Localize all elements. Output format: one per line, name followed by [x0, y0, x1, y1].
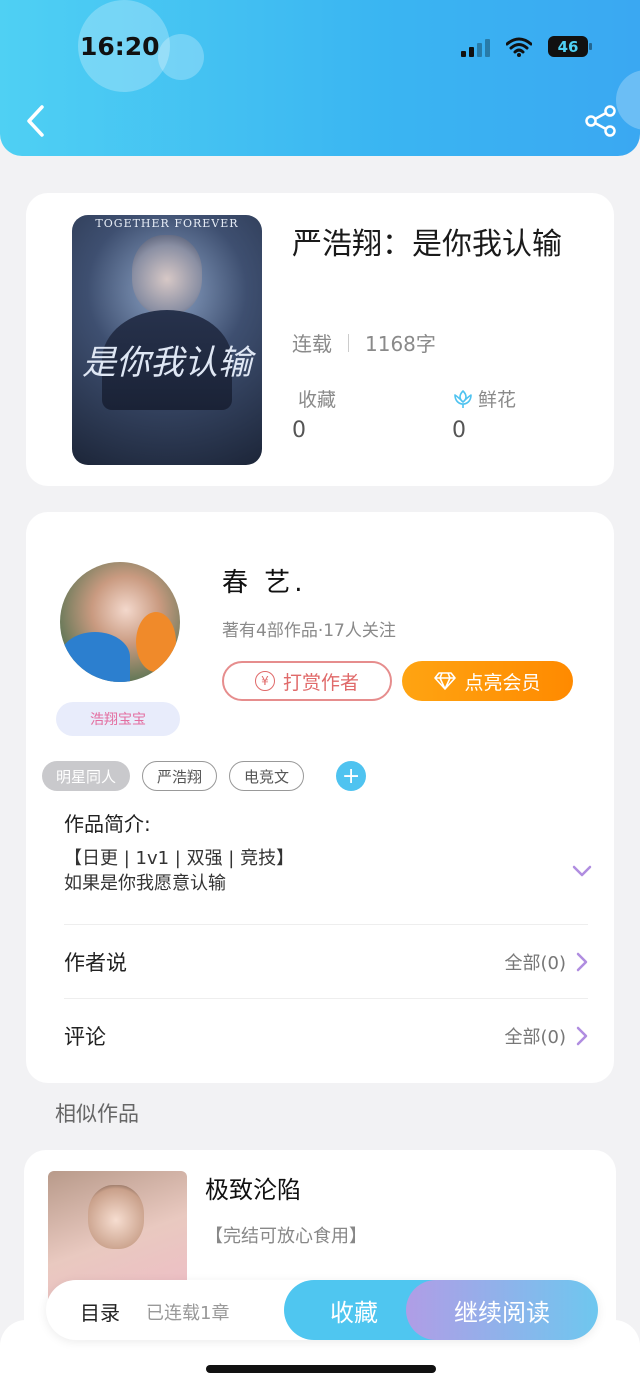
- tag-item[interactable]: 电竞文: [229, 761, 305, 791]
- bottom-action-bar: 目录 已连载1章 收藏 继续阅读: [46, 1280, 598, 1340]
- author-says-row[interactable]: 作者说 全部(0): [64, 924, 588, 998]
- comments-row[interactable]: 评论 全部(0): [64, 998, 588, 1072]
- fan-badge: 浩翔宝宝: [56, 702, 180, 736]
- chapters-count: 已连载1章: [146, 1303, 230, 1324]
- wifi-icon: [506, 37, 532, 57]
- vip-label: 点亮会员: [464, 671, 541, 694]
- tip-author-label: 打赏作者: [282, 671, 359, 694]
- top-header: 16:20 46: [0, 0, 640, 156]
- author-meta: 著有4部作品·17人关注: [222, 621, 396, 641]
- book-cover[interactable]: TOGETHER FOREVER 是你我认输: [72, 215, 262, 465]
- book-meta: 连载 1168字: [292, 328, 436, 357]
- cellular-signal-icon: [461, 37, 490, 57]
- cover-portrait: [132, 235, 202, 315]
- book-title: 严浩翔：是你我认输: [292, 227, 562, 262]
- share-icon[interactable]: [584, 104, 618, 138]
- book-status: 连载: [292, 332, 332, 356]
- intro-line: 【日更 | 1v1 | 双强 | 竞技】: [64, 848, 295, 869]
- expand-chevron-icon[interactable]: [572, 864, 592, 878]
- author-avatar[interactable]: [60, 562, 180, 682]
- flowers-count: 0: [452, 418, 466, 443]
- yen-icon: ¥: [254, 671, 275, 691]
- author-name[interactable]: 春 艺.: [222, 562, 307, 599]
- book-info-card: TOGETHER FOREVER 是你我认输 严浩翔：是你我认输 连载 1168…: [26, 193, 614, 486]
- word-count: 1168字: [365, 332, 436, 356]
- home-indicator: [206, 1365, 436, 1373]
- similar-cover-portrait: [88, 1185, 144, 1249]
- comments-count: 全部(0): [504, 1026, 567, 1048]
- decor-bubble: [616, 70, 640, 130]
- diamond-icon: [434, 672, 457, 690]
- comments-label: 评论: [64, 1024, 106, 1049]
- author-says-count: 全部(0): [504, 952, 567, 974]
- flowers-stat[interactable]: 鲜花 0: [452, 385, 516, 443]
- decor-bubble: [158, 34, 204, 80]
- intro-text: 【日更 | 1v1 | 双强 | 竞技】 如果是你我愿意认输: [64, 846, 294, 896]
- battery-icon: 46: [548, 36, 592, 57]
- tag-item[interactable]: 明星同人: [42, 761, 131, 791]
- status-icons: 46: [461, 36, 592, 57]
- status-time: 16:20: [80, 32, 160, 61]
- cover-top-text: TOGETHER FOREVER: [95, 217, 239, 230]
- author-card: 浩翔宝宝 春 艺. 著有4部作品·17人关注 ¥ 打赏作者 点亮会员 明星同人 …: [26, 512, 614, 1083]
- favorites-count: 0: [292, 418, 306, 443]
- continue-reading-button[interactable]: 继续阅读: [406, 1280, 598, 1340]
- favorites-label: 收藏: [298, 389, 337, 411]
- intro-line: 如果是你我愿意认输: [64, 873, 226, 894]
- tip-author-button[interactable]: ¥ 打赏作者: [222, 661, 392, 701]
- author-says-label: 作者说: [64, 950, 127, 975]
- vip-button[interactable]: 点亮会员: [402, 661, 573, 701]
- chevron-right-icon: [576, 952, 588, 971]
- cover-title: 是你我认输: [82, 343, 252, 383]
- favorites-stat: 收藏 0: [292, 385, 337, 443]
- add-tag-icon[interactable]: +: [336, 761, 367, 791]
- toc-button[interactable]: 目录: [80, 1297, 120, 1326]
- tag-list: 明星同人 严浩翔 电竞文 +: [42, 761, 367, 791]
- avatar-fish-decor: [136, 612, 176, 672]
- avatar-wave-decor: [60, 632, 130, 682]
- back-icon[interactable]: [22, 104, 52, 138]
- flower-icon: [454, 389, 472, 408]
- tag-item[interactable]: 严浩翔: [142, 761, 218, 791]
- similar-book-desc: 【完结可放心食用】: [205, 1226, 367, 1247]
- intro-label: 作品简介:: [64, 812, 151, 836]
- divider: [348, 333, 349, 352]
- similar-section-title: 相似作品: [55, 1102, 139, 1126]
- flowers-label: 鲜花: [478, 389, 517, 411]
- similar-book-title[interactable]: 极致沦陷: [205, 1170, 301, 1205]
- chevron-right-icon: [576, 1026, 588, 1045]
